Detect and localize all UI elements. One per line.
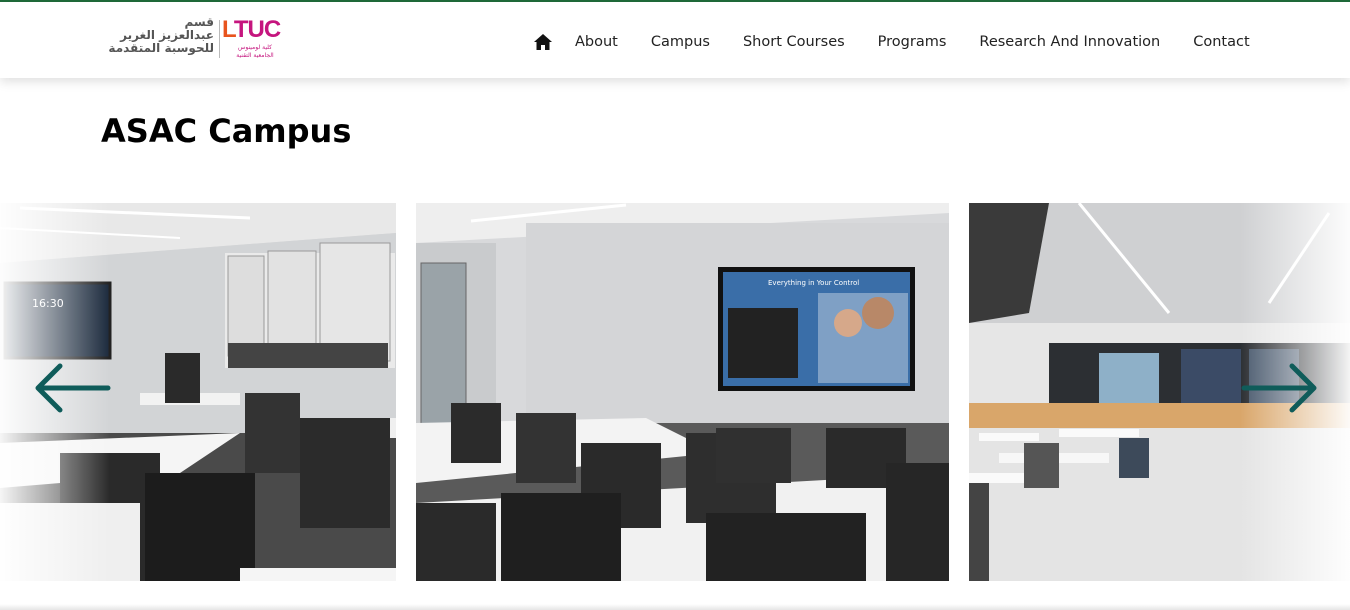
nav-campus[interactable]: Campus <box>651 34 710 50</box>
site-header: قسم عبدالعزيز الغرير للحوسبة المتقدمة LT… <box>0 2 1350 78</box>
nav-about[interactable]: About <box>575 34 618 50</box>
ltuc-logo: LTUC <box>222 17 282 43</box>
main-nav: About Campus Short Courses Programs Rese… <box>532 30 1250 54</box>
arrow-right-icon <box>1241 363 1317 413</box>
nav-contact[interactable]: Contact <box>1193 34 1249 50</box>
section-divider <box>0 604 1350 610</box>
site-logo[interactable]: قسم عبدالعزيز الغرير للحوسبة المتقدمة LT… <box>82 16 282 64</box>
logo-arabic-text: قسم عبدالعزيز الغرير للحوسبة المتقدمة <box>82 16 214 64</box>
nav-programs[interactable]: Programs <box>878 34 947 50</box>
ltuc-arabic-text: كلية لومينوس الجامعية التقنية <box>227 44 283 60</box>
ltuc-logo-rest: TUC <box>233 16 281 43</box>
screen-heading: Everything in Your Control <box>768 279 859 287</box>
arrow-left-icon <box>35 363 111 413</box>
nav-research-and-innovation[interactable]: Research And Innovation <box>979 34 1160 50</box>
ltuc-arabic-line-1: كلية لومينوس <box>238 44 272 51</box>
classroom-photo-2: Everything in Your Control <box>416 203 949 581</box>
page-title: ASAC Campus <box>101 112 352 150</box>
nav-short-courses[interactable]: Short Courses <box>743 34 845 50</box>
carousel-next-button[interactable] <box>1240 360 1320 416</box>
carousel-slide-2: Everything in Your Control <box>416 203 949 581</box>
logo-arabic-line-3: للحوسبة المتقدمة <box>108 41 214 55</box>
logo-divider <box>219 20 220 58</box>
ltuc-logo-l: L <box>222 16 235 43</box>
home-icon[interactable] <box>532 31 554 53</box>
screen-time: 16:30 <box>32 297 64 310</box>
ltuc-arabic-line-2: الجامعية التقنية <box>236 52 274 59</box>
carousel-prev-button[interactable] <box>32 360 112 416</box>
